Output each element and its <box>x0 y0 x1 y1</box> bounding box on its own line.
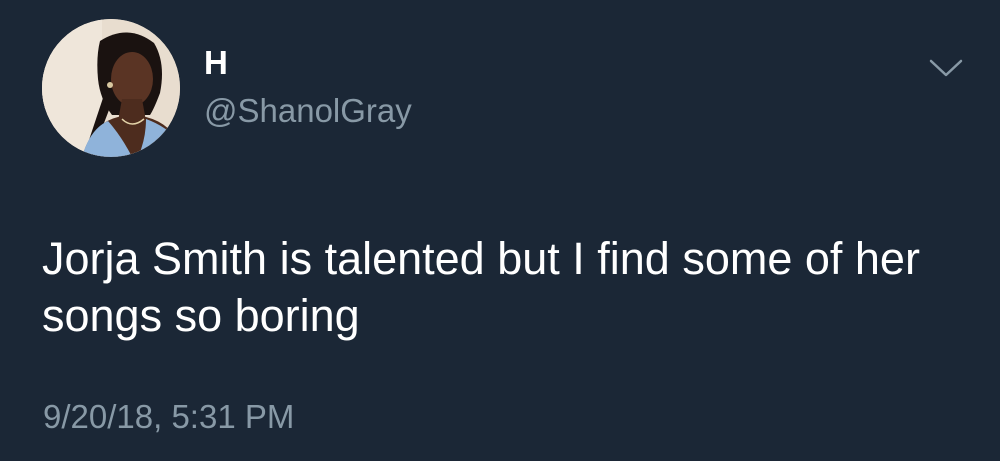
tweet-card: H @ShanolGray Jorja Smith is talented bu… <box>0 0 1000 461</box>
profile-photo <box>42 19 180 157</box>
chevron-down-icon[interactable] <box>929 58 963 78</box>
avatar[interactable] <box>42 19 180 157</box>
tweet-timestamp[interactable]: 9/20/18, 5:31 PM <box>43 400 294 433</box>
author-handle[interactable]: @ShanolGray <box>204 94 412 127</box>
tweet-text: Jorja Smith is talented but I find some … <box>42 233 920 341</box>
author-display-name[interactable]: H <box>204 46 228 79</box>
